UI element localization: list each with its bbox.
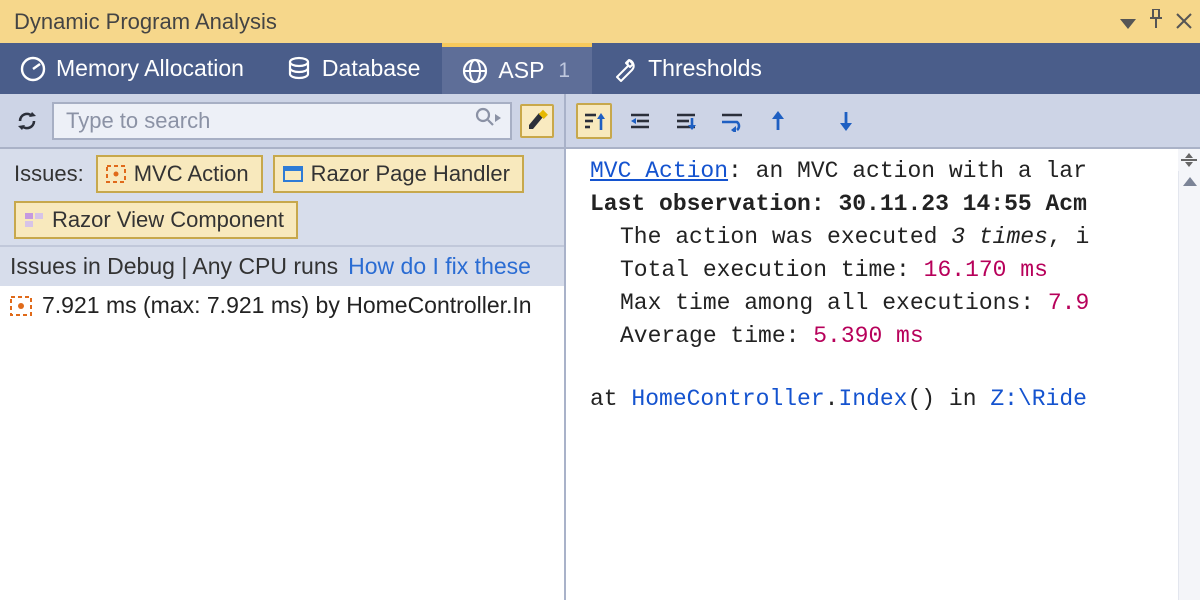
issues-list: 7.921 ms (max: 7.921 ms) by HomeControll… <box>0 286 564 600</box>
issue-details: MVC Action: an MVC action with a lar Las… <box>566 149 1200 600</box>
tab-label: Thresholds <box>648 55 762 82</box>
scroll-up-icon[interactable] <box>1183 177 1197 186</box>
search-input[interactable] <box>66 108 474 134</box>
search-row <box>0 94 564 149</box>
issue-item[interactable]: 7.921 ms (max: 7.921 ms) by HomeControll… <box>0 286 564 325</box>
split-handle-icon[interactable] <box>1178 149 1200 171</box>
tab-label: ASP <box>498 57 544 84</box>
chip-label: Razor View Component <box>52 207 284 233</box>
dropdown-icon[interactable] <box>1120 9 1136 35</box>
wrap-button[interactable] <box>714 103 750 139</box>
close-icon[interactable] <box>1176 9 1192 35</box>
mvc-action-link[interactable]: MVC Action <box>590 158 728 184</box>
tab-memory-allocation[interactable]: Memory Allocation <box>0 43 266 94</box>
vertical-scrollbar[interactable] <box>1178 171 1200 600</box>
tab-label: Database <box>322 55 420 82</box>
fix-link[interactable]: How do I fix these <box>348 253 531 280</box>
arrow-up-button[interactable] <box>760 103 796 139</box>
filter-chip-razor-page-handler[interactable]: Razor Page Handler <box>273 155 524 193</box>
titlebar: Dynamic Program Analysis <box>0 0 1200 43</box>
tab-thresholds[interactable]: Thresholds <box>592 43 784 94</box>
details-toolbar <box>566 94 1200 149</box>
issues-header: Issues in Debug | Any CPU runs How do I … <box>0 247 564 286</box>
pin-icon[interactable] <box>1148 9 1164 35</box>
target-icon <box>106 166 126 182</box>
globe-icon <box>462 58 488 84</box>
issues-header-text: Issues in Debug | Any CPU runs <box>10 253 338 280</box>
tab-badge: 1 <box>558 59 570 83</box>
wrench-icon <box>612 56 638 82</box>
issue-filters: Issues: MVC Action Razor Page Handler Ra… <box>0 149 564 247</box>
search-go-icon[interactable] <box>474 106 502 136</box>
sort-asc-button[interactable] <box>576 103 612 139</box>
details-line-3: The action was executed 3 times, i <box>590 221 1200 254</box>
left-pane: Issues: MVC Action Razor Page Handler Ra… <box>0 94 566 600</box>
refresh-icon <box>14 108 40 134</box>
refresh-button[interactable] <box>10 104 44 138</box>
tab-label: Memory Allocation <box>56 55 244 82</box>
right-pane: MVC Action: an MVC action with a lar Las… <box>566 94 1200 600</box>
indent-left-button[interactable] <box>622 103 658 139</box>
window-title: Dynamic Program Analysis <box>14 9 1120 35</box>
filters-label: Issues: <box>14 161 84 187</box>
tab-strip: Memory Allocation Database ASP 1 Thresho… <box>0 43 1200 94</box>
details-line-6: Average time: 5.390 ms <box>590 320 1200 353</box>
arrow-down-button[interactable] <box>828 103 864 139</box>
filter-chip-razor-view-component[interactable]: Razor View Component <box>14 201 298 239</box>
window-icon <box>283 166 303 182</box>
filter-chip-mvc-action[interactable]: MVC Action <box>96 155 263 193</box>
chip-label: MVC Action <box>134 161 249 187</box>
target-icon <box>10 295 32 317</box>
gauge-icon <box>20 56 46 82</box>
details-line-4: Total execution time: 16.170 ms <box>590 254 1200 287</box>
details-line-1: MVC Action: an MVC action with a lar <box>590 155 1200 188</box>
highlighter-icon <box>525 109 549 133</box>
search-input-wrapper <box>52 102 512 140</box>
highlight-toggle[interactable] <box>520 104 554 138</box>
database-icon <box>286 56 312 82</box>
window-controls <box>1120 9 1192 35</box>
tab-asp[interactable]: ASP 1 <box>442 43 592 94</box>
details-line-2: Last observation: 30.11.23 14:55 Acm <box>590 188 1200 221</box>
issue-text: 7.921 ms (max: 7.921 ms) by HomeControll… <box>42 292 532 319</box>
tab-database[interactable]: Database <box>266 43 442 94</box>
indent-right-button[interactable] <box>668 103 704 139</box>
chip-label: Razor Page Handler <box>311 161 510 187</box>
component-icon <box>24 212 44 228</box>
details-line-5: Max time among all executions: 7.9 <box>590 287 1200 320</box>
details-stack: at HomeController.Index() in Z:\Ride <box>590 383 1200 416</box>
body-split: Issues: MVC Action Razor Page Handler Ra… <box>0 94 1200 600</box>
